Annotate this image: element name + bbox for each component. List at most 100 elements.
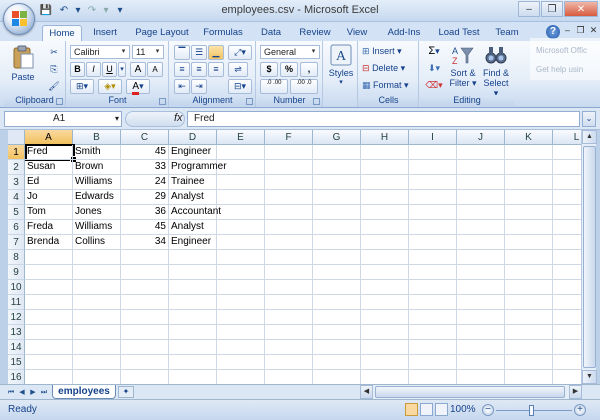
cell-c7[interactable]: 34: [121, 235, 169, 250]
cell-h8[interactable]: [361, 250, 409, 265]
cell-l9[interactable]: [553, 265, 581, 280]
cell-k8[interactable]: [505, 250, 553, 265]
cell-h3[interactable]: [361, 175, 409, 190]
cell-c3[interactable]: 24: [121, 175, 169, 190]
cell-e6[interactable]: [217, 220, 265, 235]
sheet-tab-employees[interactable]: employees: [52, 385, 116, 399]
cell-c1[interactable]: 45: [121, 145, 169, 160]
cell-l15[interactable]: [553, 355, 581, 370]
cell-l3[interactable]: [553, 175, 581, 190]
row-header-11[interactable]: 11: [8, 295, 25, 310]
row-header-14[interactable]: 14: [8, 340, 25, 355]
column-header-h[interactable]: H: [361, 130, 409, 145]
cell-l5[interactable]: [553, 205, 581, 220]
tab-data[interactable]: Data: [256, 25, 286, 42]
cell-l4[interactable]: [553, 190, 581, 205]
cell-h5[interactable]: [361, 205, 409, 220]
cell-d15[interactable]: [169, 355, 217, 370]
cell-e9[interactable]: [217, 265, 265, 280]
cell-b13[interactable]: [73, 325, 121, 340]
scroll-left-icon[interactable]: ◀: [360, 385, 373, 399]
cell-b7[interactable]: Collins: [73, 235, 121, 250]
cell-h1[interactable]: [361, 145, 409, 160]
cell-b11[interactable]: [73, 295, 121, 310]
cell-f15[interactable]: [265, 355, 313, 370]
cell-j12[interactable]: [457, 310, 505, 325]
comma-button[interactable]: ,: [300, 62, 318, 77]
column-header-k[interactable]: K: [505, 130, 553, 145]
cell-k10[interactable]: [505, 280, 553, 295]
align-middle-icon[interactable]: ☰: [191, 45, 207, 60]
cell-k14[interactable]: [505, 340, 553, 355]
row-header-13[interactable]: 13: [8, 325, 25, 340]
decrease-decimal-button[interactable]: .00 .0: [290, 79, 318, 94]
align-right-icon[interactable]: ≡: [208, 62, 224, 77]
cell-d8[interactable]: [169, 250, 217, 265]
cell-g13[interactable]: [313, 325, 361, 340]
align-top-icon[interactable]: ▔: [174, 45, 190, 60]
zoom-level[interactable]: 100%: [450, 404, 476, 415]
cell-e1[interactable]: [217, 145, 265, 160]
cell-b6[interactable]: Williams: [73, 220, 121, 235]
cell-k16[interactable]: [505, 370, 553, 384]
cell-e11[interactable]: [217, 295, 265, 310]
cell-h4[interactable]: [361, 190, 409, 205]
cell-g5[interactable]: [313, 205, 361, 220]
cell-a8[interactable]: [25, 250, 73, 265]
last-sheet-icon[interactable]: ⏭: [39, 387, 49, 398]
cell-c2[interactable]: 33: [121, 160, 169, 175]
row-header-4[interactable]: 4: [8, 190, 25, 205]
font-size-select[interactable]: 11 ▾: [132, 45, 164, 59]
formula-input[interactable]: Fred: [187, 111, 580, 127]
cut-icon[interactable]: ✂: [46, 45, 62, 60]
cell-g3[interactable]: [313, 175, 361, 190]
cell-c12[interactable]: [121, 310, 169, 325]
cell-h10[interactable]: [361, 280, 409, 295]
clipboard-launcher-icon[interactable]: [56, 98, 63, 105]
cell-a11[interactable]: [25, 295, 73, 310]
tab-load-test[interactable]: Load Test: [436, 25, 482, 42]
page-layout-view-icon[interactable]: [420, 403, 433, 416]
cell-h16[interactable]: [361, 370, 409, 384]
row-header-2[interactable]: 2: [8, 160, 25, 175]
align-left-icon[interactable]: ≡: [174, 62, 190, 77]
tab-review[interactable]: Review: [296, 25, 334, 42]
cell-l11[interactable]: [553, 295, 581, 310]
cell-g11[interactable]: [313, 295, 361, 310]
cell-j16[interactable]: [457, 370, 505, 384]
cell-d4[interactable]: Analyst: [169, 190, 217, 205]
clear-icon[interactable]: ⌫▾: [424, 78, 444, 93]
row-header-12[interactable]: 12: [8, 310, 25, 325]
cell-k2[interactable]: [505, 160, 553, 175]
cell-k7[interactable]: [505, 235, 553, 250]
cell-l6[interactable]: [553, 220, 581, 235]
autosum-button[interactable]: Σ▾: [424, 44, 444, 59]
cell-c5[interactable]: 36: [121, 205, 169, 220]
maximize-button[interactable]: ❐: [541, 1, 563, 17]
insert-function-button[interactable]: fx: [174, 112, 183, 124]
cell-c9[interactable]: [121, 265, 169, 280]
cell-e16[interactable]: [217, 370, 265, 384]
cell-d14[interactable]: [169, 340, 217, 355]
cell-b14[interactable]: [73, 340, 121, 355]
prev-sheet-icon[interactable]: ◀: [17, 387, 27, 398]
cell-g16[interactable]: [313, 370, 361, 384]
cell-j1[interactable]: [457, 145, 505, 160]
cell-j7[interactable]: [457, 235, 505, 250]
row-header-15[interactable]: 15: [8, 355, 25, 370]
paste-button[interactable]: Paste: [8, 44, 38, 86]
styles-button[interactable]: A Styles ▾: [326, 44, 356, 88]
cell-a7[interactable]: Brenda: [25, 235, 73, 250]
cell-b5[interactable]: Jones: [73, 205, 121, 220]
zoom-in-icon[interactable]: +: [574, 404, 586, 416]
cell-i7[interactable]: [409, 235, 457, 250]
cell-a2[interactable]: Susan: [25, 160, 73, 175]
cell-a5[interactable]: Tom: [25, 205, 73, 220]
cell-b3[interactable]: Williams: [73, 175, 121, 190]
cell-e12[interactable]: [217, 310, 265, 325]
cell-k5[interactable]: [505, 205, 553, 220]
cell-k13[interactable]: [505, 325, 553, 340]
normal-view-icon[interactable]: [405, 403, 418, 416]
cell-c11[interactable]: [121, 295, 169, 310]
cell-g4[interactable]: [313, 190, 361, 205]
